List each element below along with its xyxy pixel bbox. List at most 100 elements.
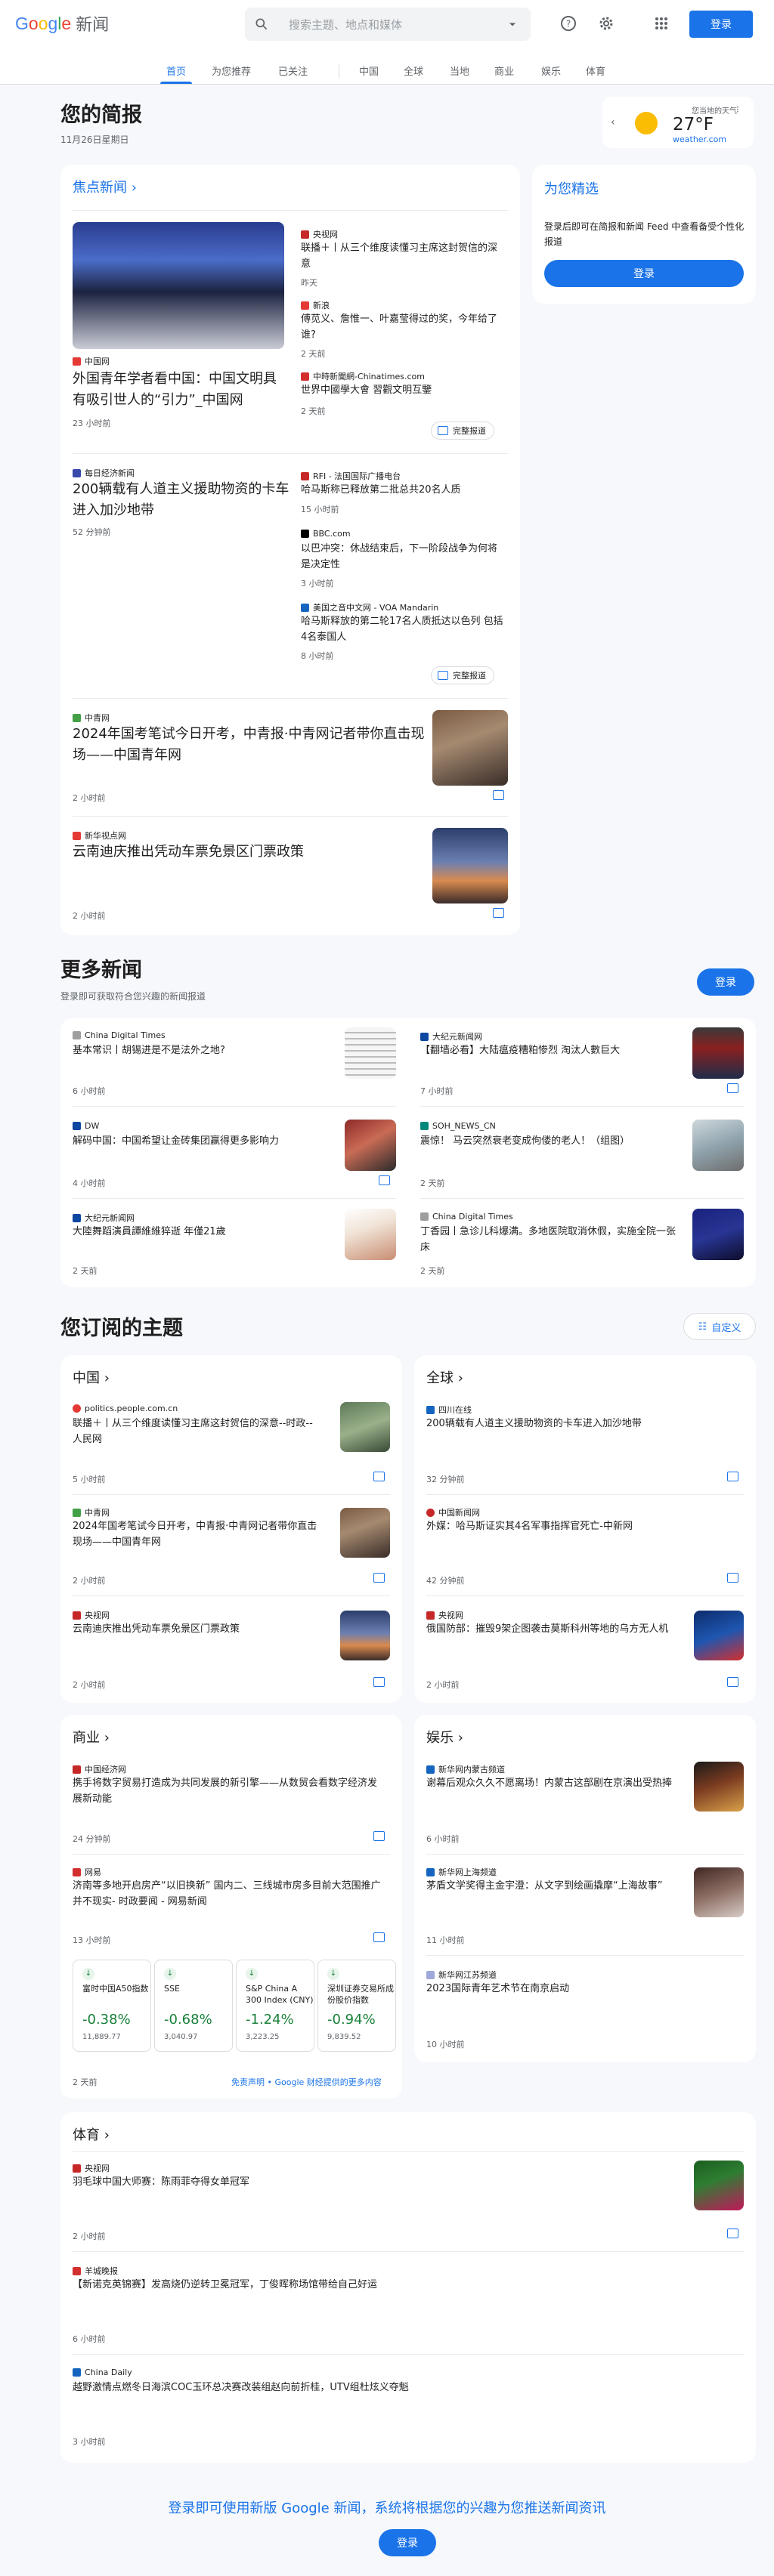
article-image[interactable]	[340, 1402, 390, 1452]
stock-card[interactable]: ↓ 深圳证券交易所成份股价指数 -0.94% 9,839.52	[317, 1960, 396, 2052]
topic-link[interactable]: 体育 ›	[73, 2124, 110, 2144]
headline[interactable]: 200辆载有人道主义援助物资的卡车进入加沙地带	[73, 479, 292, 521]
headline[interactable]: 大陸舞蹈演員譚維維猝逝 年僅21歲	[73, 1224, 330, 1240]
headline[interactable]: 联播＋丨从三个维度读懂习主席这封贺信的深意	[301, 240, 505, 272]
headline[interactable]: 【翻墙必看】大陆瘟疫糟粕惨烈 淘汰人數巨大	[420, 1042, 677, 1058]
stock-card[interactable]: ↓ SSE -0.68% 3,040.97	[154, 1960, 233, 2052]
headline[interactable]: 200辆载有人道主义援助物资的卡车进入加沙地带	[426, 1416, 736, 1432]
full-coverage-icon[interactable]	[373, 1472, 385, 1481]
headline[interactable]: 联播＋丨从三个维度读懂习主席这封贺信的深意--时政--人民网	[73, 1416, 322, 1447]
customize-button[interactable]: ☷ 自定义	[683, 1313, 756, 1340]
conference-image[interactable]	[73, 222, 284, 349]
full-coverage-button[interactable]: 完整报道	[431, 422, 494, 440]
headline[interactable]: 震惊！ 马云突然衰老变成佝偻的老人！（组图）	[420, 1133, 677, 1149]
tab-local[interactable]: 当地	[450, 63, 469, 78]
headline[interactable]: 基本常识丨胡锡进是不是法外之地?	[73, 1042, 330, 1058]
finance-disclaimer-link[interactable]: 免责声明 • Google 财经提供的更多内容	[231, 2076, 382, 2088]
headline[interactable]: 傅苋义、詹惟一、叶嘉莹得过的奖，今年给了谁?	[301, 311, 505, 343]
exam-image[interactable]	[432, 710, 508, 786]
chevron-left-icon[interactable]: ‹	[611, 116, 615, 128]
headline[interactable]: 云南迪庆推出凭动车票免景区门票政策	[73, 1621, 322, 1637]
article-image[interactable]	[345, 1209, 396, 1260]
full-coverage-icon[interactable]	[727, 1573, 738, 1583]
more-icon[interactable]: ⁝	[736, 104, 739, 115]
headline[interactable]: 外媒：哈马斯证实其4名军事指挥官死亡-中新网	[426, 1518, 736, 1534]
tab-sports[interactable]: 体育	[586, 63, 605, 78]
stock-card[interactable]: ↓ 富时中国A50指数 -0.38% 11,889.77	[73, 1960, 151, 2052]
more-sign-in-button[interactable]: 登录	[697, 968, 754, 996]
headline[interactable]: 2024年国考笔试今日开考，中青报·中青网记者带你直击现场——中国青年网	[73, 724, 435, 766]
article-image[interactable]	[692, 1209, 744, 1260]
full-coverage-icon[interactable]	[727, 2229, 738, 2238]
topic-link[interactable]: 全球 ›	[426, 1367, 463, 1387]
stock-value: 3,040.97	[164, 2033, 198, 2041]
stock-name: SSE	[164, 1984, 180, 1994]
apps-grid-icon[interactable]	[652, 14, 670, 32]
headline[interactable]: 携手将数字贸易打造成为共同发展的新引擎——从数贸会看数字经济发展新动能	[73, 1775, 382, 1807]
search-bar[interactable]: 搜索主题、地点和媒体	[245, 8, 531, 41]
topic-link[interactable]: 中国 ›	[73, 1367, 110, 1387]
full-coverage-icon[interactable]	[373, 1573, 385, 1583]
full-coverage-icon[interactable]	[373, 1677, 385, 1687]
gear-icon[interactable]	[597, 14, 615, 32]
headline[interactable]: 云南迪庆推出凭动车票免景区门票政策	[73, 842, 428, 863]
tab-china[interactable]: 中国	[359, 63, 379, 78]
article-image[interactable]	[694, 2161, 744, 2210]
article-image[interactable]	[345, 1027, 396, 1079]
article-image[interactable]	[694, 1611, 744, 1660]
tab-entertainment[interactable]: 娱乐	[541, 63, 561, 78]
headline[interactable]: 茅盾文学奖得主金宇澄：从文字到绘画撬摩“上海故事”	[426, 1878, 676, 1894]
full-coverage-icon[interactable]	[373, 1831, 385, 1841]
headline[interactable]: 以巴冲突：休战结束后，下一阶段战争为何将是决定性	[301, 541, 505, 573]
headline[interactable]: 哈马斯释放的第二轮17名人质抵达以色列 包括4名泰国人	[301, 613, 505, 645]
headline[interactable]: 哈马斯称已释放第二批总共20名人质	[301, 482, 505, 498]
topic-link[interactable]: 商业 ›	[73, 1727, 110, 1747]
mountain-image[interactable]	[432, 828, 508, 903]
google-news-logo[interactable]: Google 新闻	[15, 12, 109, 35]
headline[interactable]: 俄国防部：摧毁9架企图袭击莫斯科州等地的乌方无人机	[426, 1621, 676, 1637]
article-image[interactable]	[694, 1762, 744, 1812]
weather-source[interactable]: weather.com	[673, 134, 726, 144]
full-coverage-button[interactable]: 完整报道	[431, 666, 494, 684]
full-coverage-icon[interactable]	[493, 790, 504, 800]
full-coverage-icon[interactable]	[727, 1677, 738, 1687]
article-image[interactable]	[340, 1508, 390, 1558]
topics-title: 您订阅的主题	[60, 1317, 183, 1340]
tab-following[interactable]: 已关注	[278, 63, 308, 78]
headline[interactable]: 济南等多地开启房产“以旧换新” 国内二、三线城市房多目前大范围推广并不现实- 时…	[73, 1878, 382, 1910]
headline[interactable]: 谢幕后观众久久不愿离场！内蒙古这部剧在京演出受热捧	[426, 1775, 676, 1791]
headline[interactable]: 2024年国考笔试今日开考，中青报·中青网记者带你直击现场——中国青年网	[73, 1518, 322, 1550]
full-coverage-icon[interactable]	[493, 908, 504, 918]
full-coverage-icon[interactable]	[727, 1083, 738, 1093]
help-icon[interactable]: ?	[559, 14, 577, 32]
chevron-down-icon[interactable]	[505, 17, 520, 32]
article-image[interactable]	[694, 1867, 744, 1917]
headline[interactable]: 外国青年学者看中国：中国文明具有吸引世人的“引力”_中国网	[73, 369, 284, 411]
article-image[interactable]	[692, 1120, 744, 1171]
headline[interactable]: 世界中國學大會 習觀文明互鑒	[301, 382, 505, 398]
article-image[interactable]	[692, 1027, 744, 1079]
full-coverage-icon[interactable]	[373, 1932, 385, 1942]
sign-in-button[interactable]: 登录	[689, 11, 753, 38]
full-coverage-icon[interactable]	[379, 1175, 390, 1185]
topic-link[interactable]: 娱乐 ›	[426, 1727, 463, 1747]
top-stories-link[interactable]: 焦点新闻 ›	[73, 177, 137, 196]
full-coverage-icon[interactable]	[727, 1472, 738, 1481]
footer-sign-in-button[interactable]: 登录	[379, 2529, 436, 2556]
tab-business[interactable]: 商业	[494, 63, 514, 78]
headline[interactable]: 羽毛球中国大师赛：陈雨菲夺得女单冠军	[73, 2174, 602, 2190]
tab-world[interactable]: 全球	[404, 63, 423, 78]
stock-card[interactable]: ↓ S&P China A 300 Index (CNY) -1.24% 3,2…	[236, 1960, 314, 2052]
article-image[interactable]	[345, 1120, 396, 1171]
picks-sign-in-button[interactable]: 登录	[544, 260, 744, 287]
headline[interactable]: 2023国际青年艺术节在南京启动	[426, 1981, 736, 1997]
article-image[interactable]	[340, 1611, 390, 1660]
headline[interactable]: 【新诺克英锦赛】发高烧仍逆转卫冕冠军，丁俊晖称场馆带给自己好运	[73, 2277, 723, 2293]
weather-widget[interactable]: ‹ 您当地的天气 27°F weather.com ⁝	[602, 97, 754, 148]
headline[interactable]: 丁香园丨急诊儿科爆满。多地医院取消休假，实施全院一张床	[420, 1224, 677, 1256]
source-name: DW	[85, 1121, 100, 1131]
tab-for-you[interactable]: 为您推荐	[212, 63, 251, 78]
tab-home[interactable]: 首页	[166, 63, 186, 78]
headline[interactable]: 解码中国：中国希望让金砖集团赢得更多影响力	[73, 1133, 330, 1149]
headline[interactable]: 越野激情点燃冬日海滨COC玉环总决赛改装组赵向前折桂，UTV组杜炫义夺魁	[73, 2380, 723, 2395]
